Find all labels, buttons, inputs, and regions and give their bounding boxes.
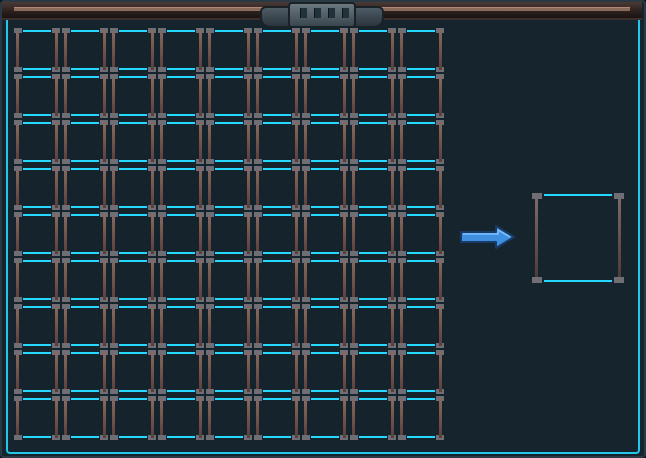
inventory-slot[interactable] [397, 27, 445, 73]
inventory-slot[interactable] [301, 257, 349, 303]
inventory-slot[interactable] [349, 303, 397, 349]
inventory-slot[interactable] [13, 349, 61, 395]
inventory-slot[interactable] [205, 349, 253, 395]
inventory-slot[interactable] [61, 395, 109, 441]
inventory-slot[interactable] [301, 119, 349, 165]
inventory-slot[interactable] [13, 395, 61, 441]
inventory-slot[interactable] [13, 73, 61, 119]
inventory-slot[interactable] [301, 211, 349, 257]
inventory-slot[interactable] [205, 303, 253, 349]
inventory-slot[interactable] [157, 119, 205, 165]
inventory-slot[interactable] [205, 27, 253, 73]
inventory-slot[interactable] [157, 349, 205, 395]
inventory-slot[interactable] [157, 73, 205, 119]
inventory-slot[interactable] [397, 395, 445, 441]
inventory-slot[interactable] [253, 73, 301, 119]
inventory-slot[interactable] [205, 395, 253, 441]
inventory-slot[interactable] [109, 395, 157, 441]
inventory-slot[interactable] [109, 257, 157, 303]
inventory-slot[interactable] [61, 73, 109, 119]
inventory-slot[interactable] [61, 257, 109, 303]
inventory-slot[interactable] [301, 165, 349, 211]
inventory-slot[interactable] [397, 165, 445, 211]
inventory-slot[interactable] [253, 303, 301, 349]
inventory-slot[interactable] [349, 257, 397, 303]
inventory-slot[interactable] [349, 119, 397, 165]
inventory-slot[interactable] [157, 395, 205, 441]
inventory-slot[interactable] [109, 27, 157, 73]
inventory-slot[interactable] [205, 257, 253, 303]
inventory-slot[interactable] [253, 165, 301, 211]
inventory-slot[interactable] [397, 73, 445, 119]
inventory-slot[interactable] [253, 257, 301, 303]
inventory-slot[interactable] [109, 73, 157, 119]
inventory-slot[interactable] [349, 73, 397, 119]
inventory-slot[interactable] [205, 119, 253, 165]
inventory-slot[interactable] [253, 119, 301, 165]
inventory-slot[interactable] [13, 211, 61, 257]
inventory-slot[interactable] [349, 27, 397, 73]
inventory-slot[interactable] [61, 349, 109, 395]
inventory-slot[interactable] [253, 395, 301, 441]
inventory-slot[interactable] [397, 119, 445, 165]
inventory-slot[interactable] [349, 395, 397, 441]
inventory-slot[interactable] [301, 73, 349, 119]
inventory-slot[interactable] [61, 303, 109, 349]
inventory-slot[interactable] [301, 349, 349, 395]
inventory-slot[interactable] [253, 349, 301, 395]
inventory-slot[interactable] [109, 165, 157, 211]
inventory-slot[interactable] [157, 211, 205, 257]
top-center-ornament [260, 2, 384, 28]
inventory-slot[interactable] [301, 303, 349, 349]
inventory-slot[interactable] [13, 27, 61, 73]
inventory-slot[interactable] [253, 211, 301, 257]
inventory-slot[interactable] [205, 165, 253, 211]
inventory-slot[interactable] [349, 349, 397, 395]
inventory-slot[interactable] [109, 303, 157, 349]
inventory-slot[interactable] [397, 257, 445, 303]
right-arrow-icon [460, 225, 515, 249]
output-slot[interactable] [532, 193, 624, 283]
inventory-slot[interactable] [109, 349, 157, 395]
inventory-slot[interactable] [205, 211, 253, 257]
inventory-slot[interactable] [301, 27, 349, 73]
inventory-slot[interactable] [157, 165, 205, 211]
inventory-slot[interactable] [61, 119, 109, 165]
inventory-slot[interactable] [13, 165, 61, 211]
inventory-slot[interactable] [301, 395, 349, 441]
inventory-slot[interactable] [157, 27, 205, 73]
inventory-slot[interactable] [397, 303, 445, 349]
inventory-slot[interactable] [109, 119, 157, 165]
inventory-slot[interactable] [61, 165, 109, 211]
inventory-slot[interactable] [397, 211, 445, 257]
inventory-slot[interactable] [349, 165, 397, 211]
inventory-slot[interactable] [109, 211, 157, 257]
inventory-slot[interactable] [157, 257, 205, 303]
inventory-slot[interactable] [205, 73, 253, 119]
inventory-slot[interactable] [13, 257, 61, 303]
inventory-slot[interactable] [349, 211, 397, 257]
inventory-grid [13, 27, 449, 447]
inventory-slot[interactable] [13, 303, 61, 349]
inventory-slot[interactable] [253, 27, 301, 73]
inventory-slot[interactable] [61, 211, 109, 257]
inventory-slot[interactable] [397, 349, 445, 395]
inventory-slot[interactable] [13, 119, 61, 165]
inventory-slot[interactable] [61, 27, 109, 73]
inventory-slot[interactable] [157, 303, 205, 349]
